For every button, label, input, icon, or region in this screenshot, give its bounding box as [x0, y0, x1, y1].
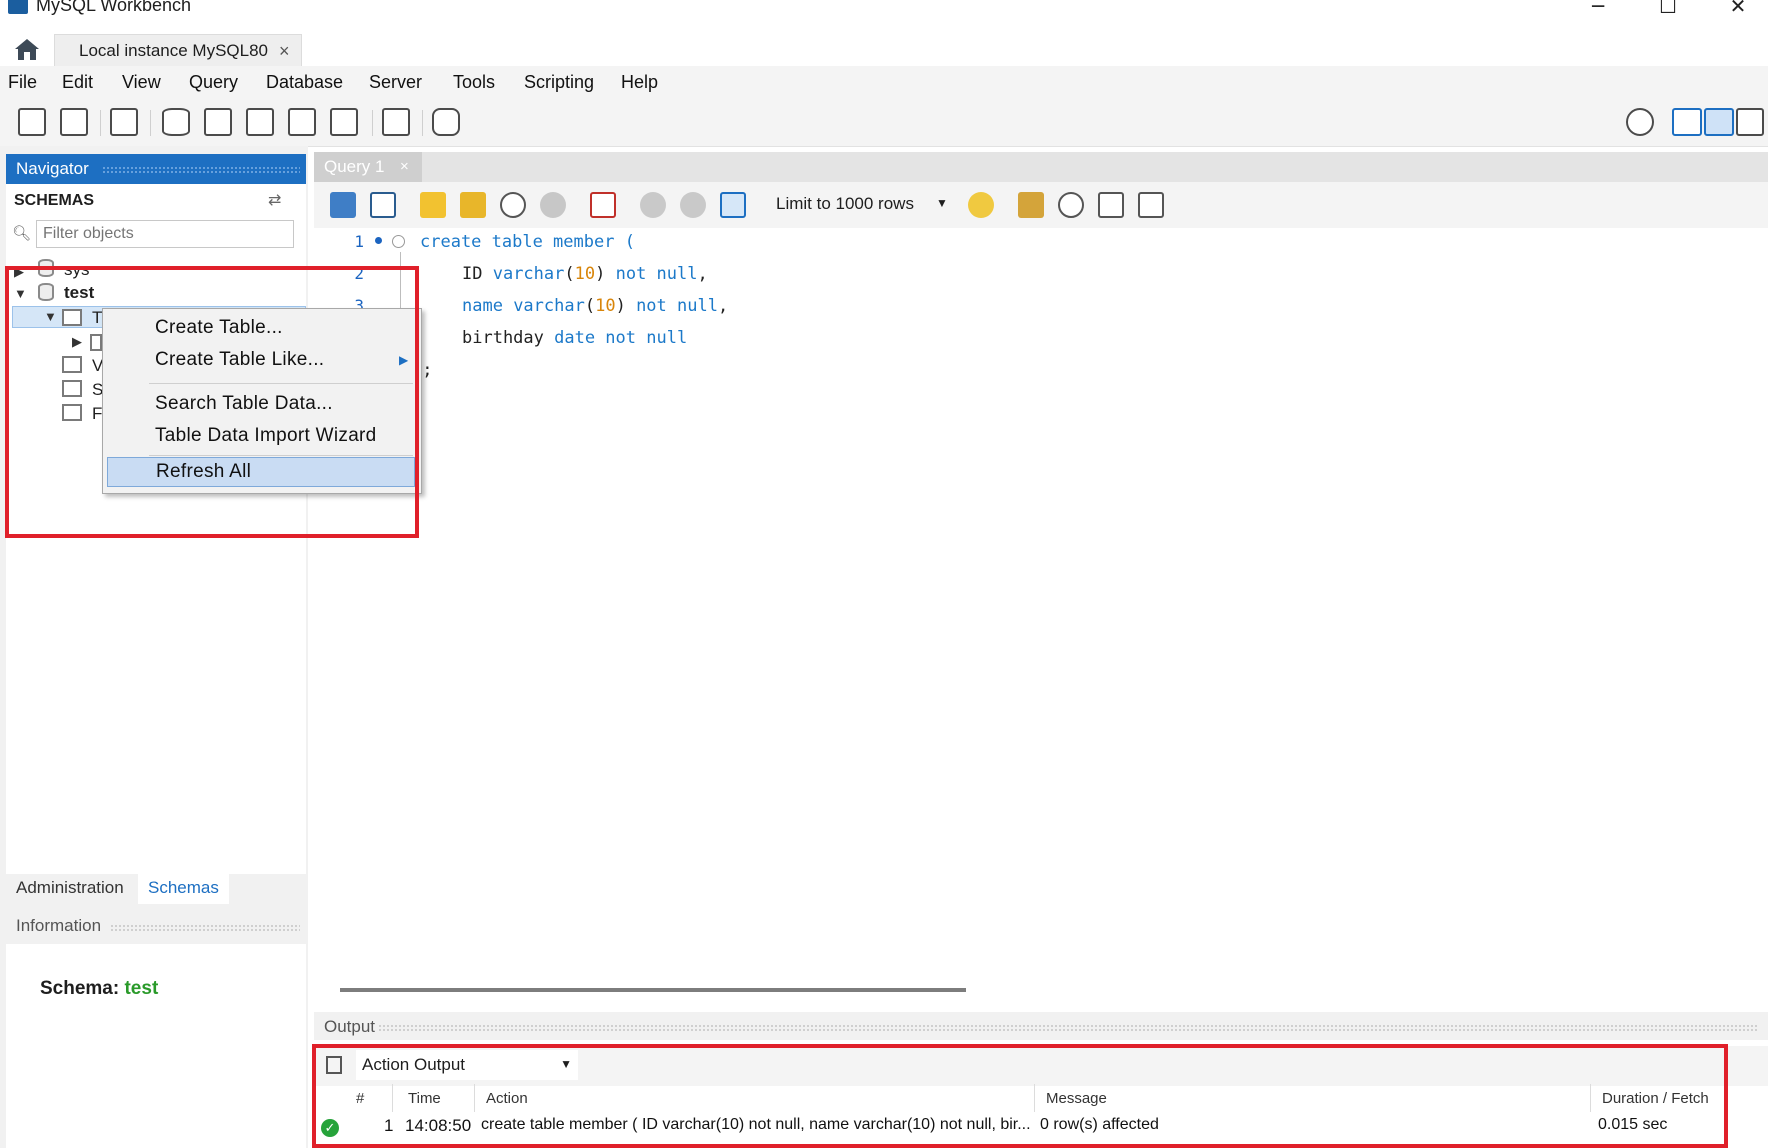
line-number: 1	[354, 232, 364, 251]
stop-icon[interactable]	[540, 192, 566, 218]
menu-tools[interactable]: Tools	[453, 72, 495, 93]
minimize-button[interactable]: ─	[1578, 0, 1618, 20]
query-tab[interactable]: Query 1 ×	[314, 152, 422, 182]
schema-info-value: test	[124, 978, 159, 999]
schema-info-label: Schema:	[40, 978, 120, 999]
navigator-title: Navigator	[16, 159, 89, 178]
window-title: MySQL Workbench	[36, 0, 192, 15]
menu-query[interactable]: Query	[189, 72, 238, 93]
code-line-1: create table member (	[420, 232, 635, 252]
menu-view[interactable]: View	[122, 72, 161, 93]
word-wrap-icon[interactable]	[1138, 192, 1164, 218]
close-window-button[interactable]: ✕	[1718, 0, 1758, 20]
mysql-logo-icon	[8, 0, 28, 14]
home-icon[interactable]	[12, 36, 42, 62]
fold-icon[interactable]	[392, 235, 405, 248]
inspector-icon[interactable]	[110, 108, 138, 136]
explain-icon[interactable]	[500, 192, 526, 218]
query-tab-label: Query 1	[324, 157, 385, 176]
new-sql-tab-icon[interactable]	[18, 108, 46, 136]
toggle-error-icon[interactable]	[590, 192, 616, 218]
refresh-schemas-icon[interactable]: ⇄	[268, 190, 281, 210]
highlight-box-output	[312, 1044, 1728, 1148]
chevron-down-icon[interactable]: ▼	[936, 196, 948, 210]
limit-rows-select[interactable]: Limit to 1000 rows	[776, 194, 914, 214]
horizontal-scrollbar[interactable]	[340, 988, 966, 992]
search-icon: 🔍︎	[12, 225, 32, 242]
code-line-2: ID varchar(10) not null,	[462, 264, 708, 284]
navigator-header: Navigator	[6, 154, 306, 184]
create-function-icon[interactable]	[330, 108, 358, 136]
code-line-3: name varchar(10) not null,	[462, 296, 729, 316]
invisible-chars-icon[interactable]	[1098, 192, 1124, 218]
settings-gear-icon[interactable]	[1626, 108, 1654, 136]
create-view-icon[interactable]	[246, 108, 274, 136]
filter-objects-input[interactable]	[36, 220, 294, 248]
execute-current-icon[interactable]	[460, 192, 486, 218]
information-header: Information	[6, 912, 306, 940]
autocommit-icon[interactable]	[720, 192, 746, 218]
rollback-icon[interactable]	[680, 192, 706, 218]
output-header: Output	[314, 1012, 1768, 1040]
execute-icon[interactable]	[420, 192, 446, 218]
create-table-icon[interactable]	[204, 108, 232, 136]
menu-server[interactable]: Server	[369, 72, 422, 93]
toggle-secondary-sidebar-icon[interactable]	[1736, 108, 1764, 136]
search-table-data-icon[interactable]	[382, 108, 410, 136]
beautify-icon[interactable]	[1018, 192, 1044, 218]
tab-administration[interactable]: Administration	[16, 878, 124, 898]
create-procedure-icon[interactable]	[288, 108, 316, 136]
reconnect-icon[interactable]	[432, 108, 460, 136]
title-bar: MySQL Workbench ─ ☐ ✕	[0, 0, 1768, 32]
main-toolbar	[0, 98, 1768, 147]
connection-tab-label: Local instance MySQL80	[79, 41, 268, 60]
menu-database[interactable]: Database	[266, 72, 343, 93]
maximize-button[interactable]: ☐	[1648, 0, 1688, 20]
code-line-4: birthday date not null	[462, 328, 688, 348]
statement-marker-icon	[375, 237, 382, 244]
information-body	[6, 944, 306, 1148]
create-schema-icon[interactable]	[162, 108, 190, 136]
toggle-output-icon[interactable]	[1704, 108, 1734, 136]
schema-info: Schema: test	[40, 978, 158, 1000]
menu-bar: File Edit View Query Database Server Too…	[0, 66, 1768, 98]
menu-file[interactable]: File	[8, 72, 37, 93]
information-title: Information	[16, 916, 102, 935]
add-snippet-icon[interactable]	[968, 192, 994, 218]
commit-icon[interactable]	[640, 192, 666, 218]
menu-edit[interactable]: Edit	[62, 72, 93, 93]
menu-scripting[interactable]: Scripting	[524, 72, 594, 93]
open-file-icon[interactable]	[330, 192, 356, 218]
output-title: Output	[324, 1017, 376, 1036]
query-toolbar	[314, 182, 1768, 229]
query-tab-bar	[314, 152, 1768, 182]
highlight-box-navigator	[5, 266, 419, 538]
find-icon[interactable]	[1058, 192, 1084, 218]
connection-tab[interactable]: Local instance MySQL80 ×	[54, 34, 302, 67]
save-icon[interactable]	[370, 192, 396, 218]
toggle-sidebar-icon[interactable]	[1672, 108, 1702, 136]
schemas-label: SCHEMAS	[14, 192, 95, 209]
close-query-tab-icon[interactable]: ×	[400, 158, 409, 175]
close-tab-icon[interactable]: ×	[279, 41, 290, 62]
left-bottom-tabs: Administration Schemas	[6, 874, 306, 904]
menu-help[interactable]: Help	[621, 72, 658, 93]
open-sql-script-icon[interactable]	[60, 108, 88, 136]
tab-schemas[interactable]: Schemas	[138, 874, 229, 904]
